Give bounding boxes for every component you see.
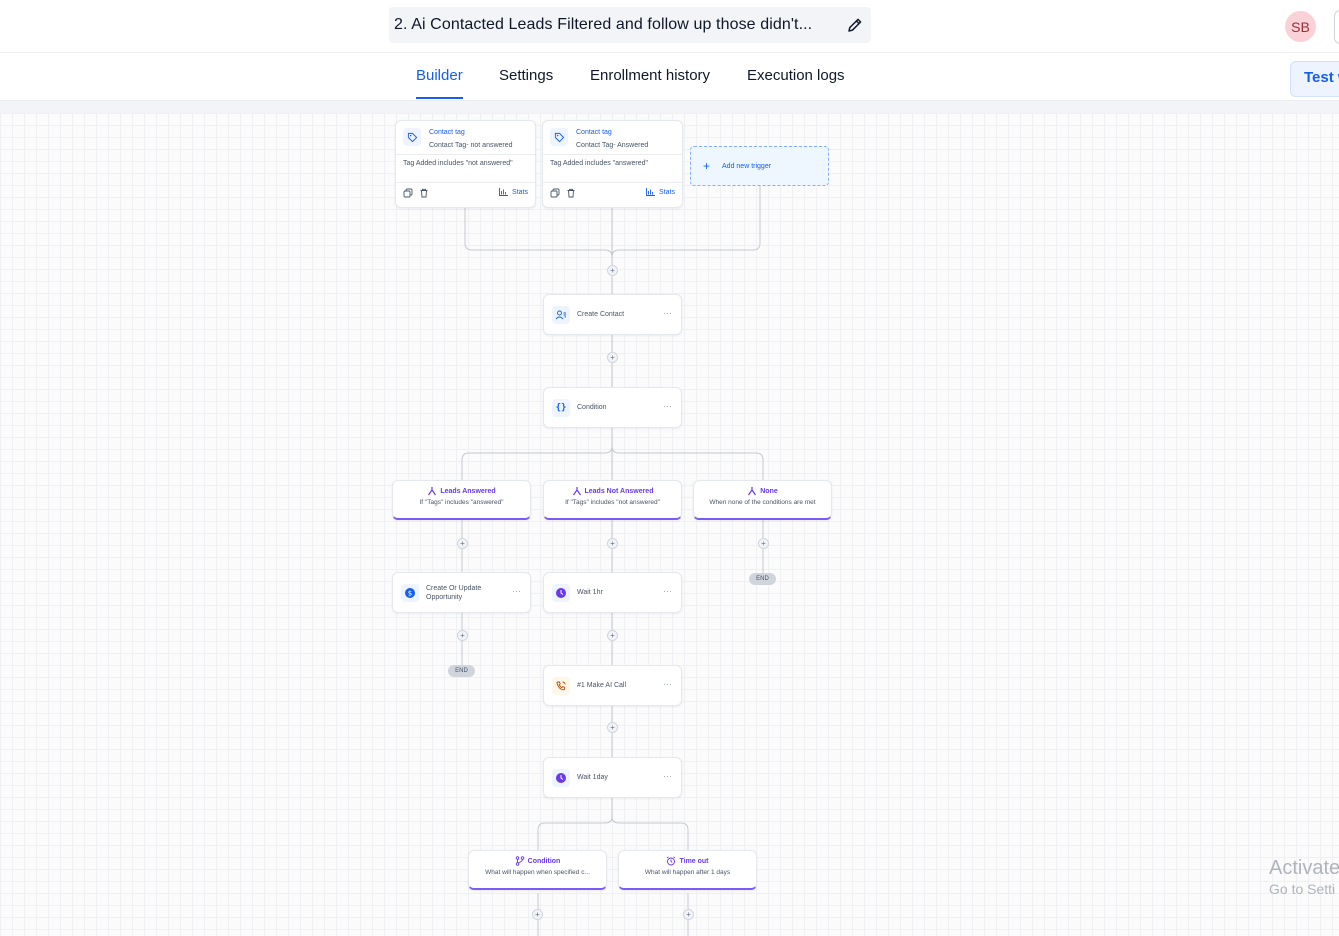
action-label: Wait 1day: [577, 774, 608, 781]
add-step-button[interactable]: +: [607, 352, 618, 363]
branch-title: Time out: [679, 857, 709, 865]
branch-subtitle: What will happen when specified c...: [485, 869, 590, 876]
add-step-button[interactable]: +: [457, 630, 468, 641]
add-step-button[interactable]: +: [532, 909, 543, 920]
copy-icon[interactable]: [550, 188, 560, 198]
workflow-title[interactable]: 2. Ai Contacted Leads Filtered and follo…: [394, 16, 834, 34]
opportunity-icon: $: [401, 583, 419, 602]
add-step-button[interactable]: +: [607, 722, 618, 733]
tab-settings[interactable]: Settings: [499, 67, 553, 84]
branch-title: Condition: [527, 857, 561, 865]
branch-subtitle: If "Tags" includes "not answered": [565, 499, 660, 506]
action-condition[interactable]: {} Condition ···: [543, 387, 682, 428]
action-wait-1hr[interactable]: Wait 1hr ···: [543, 572, 682, 613]
action-label: Wait 1hr: [577, 589, 603, 596]
tab-builder[interactable]: Builder: [416, 67, 463, 84]
test-workflow-button[interactable]: Test w: [1290, 61, 1339, 97]
action-create-opportunity[interactable]: $ Create Or Update Opportunity ···: [392, 572, 531, 613]
branch-leads-answered[interactable]: Leads Answered If "Tags" includes "answe…: [392, 480, 531, 520]
add-step-button[interactable]: +: [607, 265, 618, 276]
action-create-contact[interactable]: Create Contact ···: [543, 294, 682, 335]
trigger-title: Contact tag: [429, 129, 465, 136]
branch-leads-not-answered[interactable]: Leads Not Answered If "Tags" includes "n…: [543, 480, 682, 520]
trigger-title: Contact tag: [576, 129, 612, 136]
stats-link[interactable]: Stats: [499, 188, 528, 196]
braces-icon: {}: [552, 398, 570, 417]
clock-icon: [552, 768, 570, 787]
branch-icon: [572, 487, 581, 496]
bar-chart-icon: [646, 188, 656, 196]
activation-watermark: Activate Go to Setti: [1269, 857, 1339, 897]
avatar[interactable]: SB: [1285, 11, 1316, 42]
wait-branch-condition[interactable]: Condition What will happen when specifie…: [468, 850, 607, 890]
add-trigger-label: Add new trigger: [722, 162, 772, 170]
end-marker: END: [749, 573, 776, 585]
bar-chart-icon: [499, 188, 509, 196]
stats-link[interactable]: Stats: [646, 188, 675, 196]
git-branch-icon: [515, 856, 524, 866]
add-step-button[interactable]: +: [457, 538, 468, 549]
action-label: Create Or Update Opportunity: [426, 584, 482, 601]
more-options-button[interactable]: ···: [663, 679, 672, 689]
branch-icon: [748, 487, 757, 496]
action-ai-call[interactable]: #1 Make AI Call ···: [543, 665, 682, 706]
branch-none[interactable]: None When none of the conditions are met: [693, 480, 832, 520]
phone-ring-icon: [552, 676, 570, 695]
action-wait-1day[interactable]: Wait 1day ···: [543, 757, 682, 798]
alarm-clock-icon: [667, 856, 676, 866]
tabs-bar: Builder Settings Enrollment history Exec…: [0, 53, 1339, 101]
more-options-button[interactable]: ···: [663, 771, 672, 781]
trigger-card-not-answered[interactable]: Contact tag Contact Tag- not answered Ta…: [395, 120, 536, 208]
trigger-subtitle: Contact Tag- not answered: [429, 142, 513, 149]
trigger-card-answered[interactable]: Contact tag Contact Tag- Answered Tag Ad…: [542, 120, 683, 208]
plus-icon: +: [703, 159, 711, 173]
tab-enrollment-history[interactable]: Enrollment history: [590, 67, 710, 84]
more-options-button[interactable]: ···: [663, 586, 672, 596]
more-options-button[interactable]: ···: [663, 308, 672, 318]
branch-subtitle: If "Tags" includes "answered": [419, 499, 504, 506]
stats-label: Stats: [512, 188, 528, 196]
branch-title: Leads Answered: [440, 487, 496, 495]
watermark-line2: Go to Setti: [1269, 881, 1336, 897]
branch-subtitle: What will happen after 1 days: [644, 869, 731, 876]
workflow-title-box[interactable]: 2. Ai Contacted Leads Filtered and follo…: [389, 7, 871, 43]
add-step-button[interactable]: +: [758, 538, 769, 549]
more-options-button[interactable]: ···: [512, 586, 521, 596]
copy-icon[interactable]: [403, 188, 413, 198]
tag-icon: [550, 128, 568, 146]
add-new-trigger-button[interactable]: + Add new trigger: [690, 146, 829, 186]
action-label: Create Contact: [577, 311, 625, 318]
branch-title: None: [760, 487, 778, 495]
add-step-button[interactable]: +: [683, 909, 694, 920]
stats-label: Stats: [659, 188, 675, 196]
trigger-subtitle: Contact Tag- Answered: [576, 142, 649, 149]
svg-text:$: $: [408, 589, 412, 597]
add-step-button[interactable]: +: [607, 630, 618, 641]
wait-branch-timeout[interactable]: Time out What will happen after 1 days: [618, 850, 757, 890]
branch-title: Leads Not Answered: [584, 487, 654, 495]
workflow-canvas[interactable]: Contact tag Contact Tag- not answered Ta…: [0, 101, 1339, 936]
trash-icon[interactable]: [419, 188, 429, 198]
top-bar: 2. Ai Contacted Leads Filtered and follo…: [0, 0, 1339, 53]
active-tab-indicator: [416, 97, 463, 99]
branch-icon: [428, 487, 437, 496]
pencil-icon[interactable]: [845, 15, 865, 35]
tab-execution-logs[interactable]: Execution logs: [747, 67, 845, 84]
watermark-line1: Activate: [1269, 857, 1339, 879]
add-step-button[interactable]: +: [607, 538, 618, 549]
publish-toggle-edge[interactable]: [1334, 10, 1339, 44]
trigger-condition: Tag Added includes "answered": [543, 154, 682, 182]
clock-icon: [552, 583, 570, 602]
user-list-icon: [552, 305, 570, 324]
end-marker: END: [448, 665, 475, 677]
action-label: #1 Make AI Call: [577, 682, 627, 689]
action-label: Condition: [577, 404, 607, 411]
trash-icon[interactable]: [566, 188, 576, 198]
tag-icon: [403, 128, 421, 146]
more-options-button[interactable]: ···: [663, 401, 672, 411]
trigger-condition: Tag Added includes "not answered": [396, 154, 535, 182]
branch-subtitle: When none of the conditions are met: [709, 499, 816, 506]
